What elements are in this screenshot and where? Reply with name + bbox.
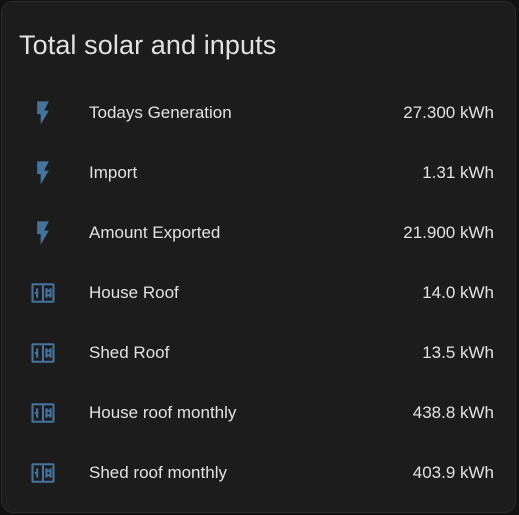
flash-icon xyxy=(29,219,57,247)
entity-state: 21.900 kWh xyxy=(403,223,494,242)
entity-row-house-roof-monthly[interactable]: House roof monthly 438.8 kWh xyxy=(2,382,515,442)
solar-panel-icon xyxy=(29,399,57,427)
entity-row-import[interactable]: Import 1.31 kWh xyxy=(2,142,515,202)
entity-row-house-roof[interactable]: House Roof 14.0 kWh xyxy=(2,262,515,322)
entity-state: 13.5 kWh xyxy=(422,343,494,362)
solar-card: Total solar and inputs Todays Generation… xyxy=(1,1,516,513)
entity-name: Shed roof monthly xyxy=(89,463,227,482)
solar-panel-icon xyxy=(29,279,57,307)
entity-row-todays-generation[interactable]: Todays Generation 27.300 kWh xyxy=(2,82,515,142)
entity-list: Todays Generation 27.300 kWh Import 1.31… xyxy=(2,82,515,502)
entity-state: 27.300 kWh xyxy=(403,103,494,122)
entity-state: 403.9 kWh xyxy=(412,463,494,482)
card-title: Total solar and inputs xyxy=(19,30,277,60)
entity-name: Import xyxy=(89,163,138,182)
entity-state: 438.8 kWh xyxy=(412,403,494,422)
entity-state: 14.0 kWh xyxy=(422,283,494,302)
flash-icon xyxy=(29,99,57,127)
solar-panel-icon xyxy=(29,459,57,487)
entity-name: Todays Generation xyxy=(89,103,232,122)
entity-name: Amount Exported xyxy=(89,223,221,242)
flash-icon xyxy=(29,159,57,187)
entity-name: Shed Roof xyxy=(89,343,170,362)
entity-state: 1.31 kWh xyxy=(422,163,494,182)
entity-row-shed-roof-monthly[interactable]: Shed roof monthly 403.9 kWh xyxy=(2,442,515,502)
entity-row-shed-roof[interactable]: Shed Roof 13.5 kWh xyxy=(2,322,515,382)
entity-row-amount-exported[interactable]: Amount Exported 21.900 kWh xyxy=(2,202,515,262)
solar-panel-icon xyxy=(29,339,57,367)
entity-name: House roof monthly xyxy=(89,403,237,422)
entity-name: House Roof xyxy=(89,283,179,302)
